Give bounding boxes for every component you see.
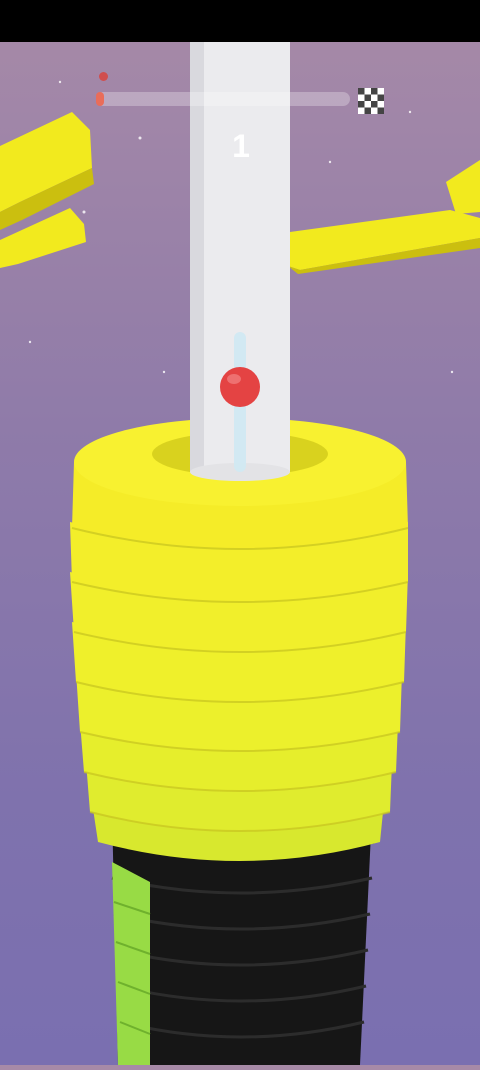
ring-fragment-left <box>0 112 94 268</box>
progress-start-marker <box>99 72 108 81</box>
checkered-flag-icon <box>358 88 384 114</box>
ball <box>220 367 260 407</box>
game-canvas <box>0 42 480 1065</box>
tower-yellow-rings <box>70 418 409 861</box>
level-progress-bar <box>96 92 350 106</box>
game-scene[interactable]: 1 <box>0 42 480 1065</box>
ring-fragment-right <box>288 160 480 274</box>
level-progress-fill <box>96 92 104 106</box>
status-bar <box>0 0 480 42</box>
score-counter: 1 <box>232 128 250 164</box>
